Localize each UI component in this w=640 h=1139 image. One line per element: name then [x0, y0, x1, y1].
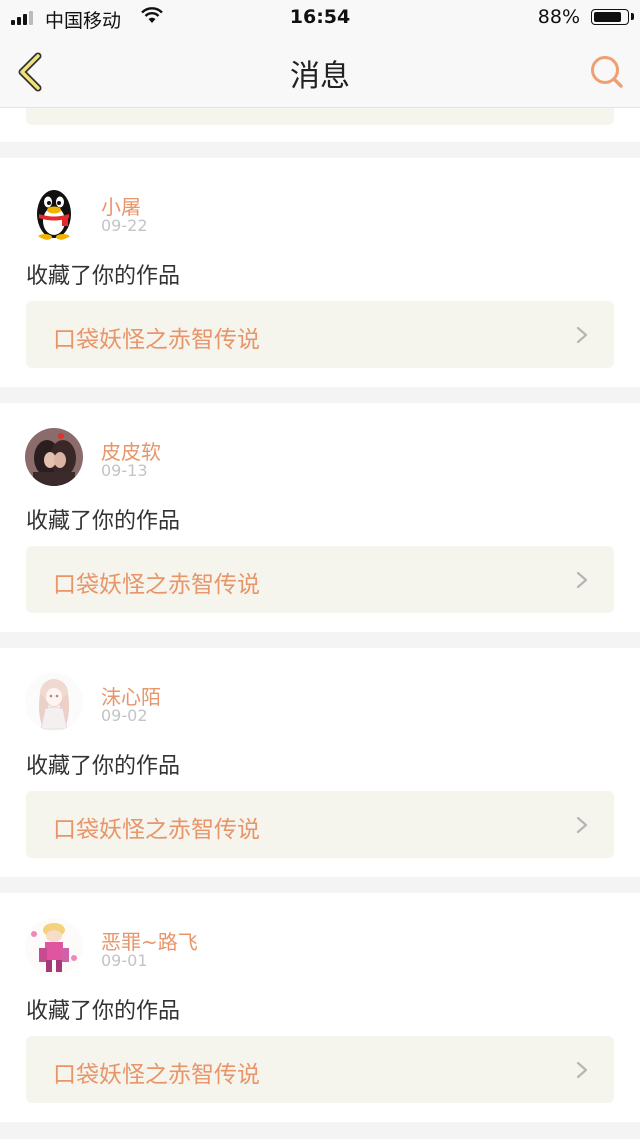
work-title: 口袋妖怪之赤智传说: [53, 1062, 260, 1088]
divider: [0, 877, 640, 893]
message-card: 小屠 09-22 收藏了你的作品 口袋妖怪之赤智传说: [0, 158, 640, 387]
divider: [0, 387, 640, 403]
work-link[interactable]: 口袋妖怪之赤智传说: [26, 546, 614, 613]
divider: [0, 1122, 640, 1138]
battery-percent: 88%: [537, 6, 580, 28]
avatar[interactable]: [25, 673, 83, 731]
work-link-partial[interactable]: [26, 108, 614, 125]
chevron-left-icon[interactable]: [14, 52, 50, 92]
battery-icon: [591, 9, 629, 25]
message-date: 09-22: [101, 216, 148, 235]
photo-avatar-icon: [25, 428, 83, 486]
message-action: 收藏了你的作品: [26, 264, 181, 289]
message-action: 收藏了你的作品: [26, 509, 181, 534]
cartoon-avatar-icon: [25, 918, 83, 976]
message-date: 09-13: [101, 461, 148, 480]
chevron-right-icon: [576, 326, 588, 344]
chevron-right-icon: [576, 816, 588, 834]
status-bar: 中国移动 16:54 88%: [0, 0, 640, 35]
message-action: 收藏了你的作品: [26, 999, 181, 1024]
work-link[interactable]: 口袋妖怪之赤智传说: [26, 301, 614, 368]
anime-girl-avatar-icon: [25, 673, 83, 731]
battery-cap: [631, 13, 634, 20]
divider: [0, 632, 640, 648]
message-card: 沫心陌 09-02 收藏了你的作品 口袋妖怪之赤智传说: [0, 648, 640, 877]
search-icon[interactable]: [588, 53, 626, 91]
message-list: 小屠 09-22 收藏了你的作品 口袋妖怪之赤智传说 皮皮软 09-13 收藏了…: [0, 108, 640, 1138]
message-card: 皮皮软 09-13 收藏了你的作品 口袋妖怪之赤智传说: [0, 403, 640, 632]
avatar[interactable]: [25, 183, 83, 241]
work-link[interactable]: 口袋妖怪之赤智传说: [26, 1036, 614, 1103]
message-date: 09-02: [101, 706, 148, 725]
message-date: 09-01: [101, 951, 148, 970]
chevron-right-icon: [576, 1061, 588, 1079]
divider: [0, 142, 640, 158]
page-title: 消息: [290, 59, 350, 94]
avatar[interactable]: [25, 428, 83, 486]
work-title: 口袋妖怪之赤智传说: [53, 817, 260, 843]
work-title: 口袋妖怪之赤智传说: [53, 572, 260, 598]
avatar[interactable]: [25, 918, 83, 976]
chevron-right-icon: [576, 571, 588, 589]
message-action: 收藏了你的作品: [26, 754, 181, 779]
penguin-avatar-icon: [25, 183, 83, 241]
message-card: 恶罪~路飞 09-01 收藏了你的作品 口袋妖怪之赤智传说: [0, 893, 640, 1122]
nav-bar: 消息: [0, 35, 640, 108]
message-card-partial: [0, 108, 640, 142]
work-link[interactable]: 口袋妖怪之赤智传说: [26, 791, 614, 858]
work-title: 口袋妖怪之赤智传说: [53, 327, 260, 353]
